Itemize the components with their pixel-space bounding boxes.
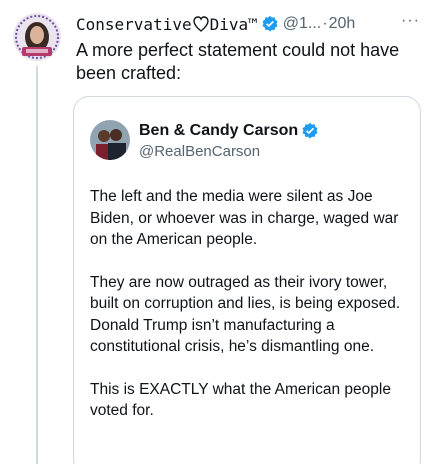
more-options-icon[interactable]: ··· (401, 12, 420, 30)
thread-line (36, 66, 38, 464)
avatar-image (13, 13, 61, 61)
verified-badge-icon (301, 122, 319, 140)
verified-badge-icon (261, 15, 279, 33)
tweet-text: A more perfect statement could not have … (76, 40, 400, 83)
quoted-avatar (90, 120, 130, 160)
quoted-avatar-image (90, 120, 130, 160)
timestamp[interactable]: 20h (329, 15, 356, 33)
display-name[interactable]: Conservative (76, 15, 192, 34)
quoted-tweet[interactable]: Ben & Candy Carson @RealBenCarson The le… (73, 96, 421, 464)
quoted-paragraph: They are now outraged as their ivory tow… (90, 273, 401, 356)
avatar[interactable] (13, 13, 61, 61)
handle[interactable]: @1... (283, 15, 321, 33)
quoted-paragraph: This is EXACTLY what the American people… (90, 380, 391, 420)
separator: · (322, 15, 328, 32)
quoted-handle[interactable]: @RealBenCarson (139, 143, 260, 160)
quoted-display-name[interactable]: Ben & Candy Carson (139, 122, 298, 140)
quoted-display-name-row: Ben & Candy Carson (139, 122, 319, 140)
display-name-suffix[interactable]: Diva™ (210, 15, 258, 34)
heart-outline-icon (192, 15, 209, 33)
quoted-paragraph: The left and the media were silent as Jo… (90, 188, 399, 248)
quoted-text: The left and the media were silent as Jo… (90, 186, 412, 443)
post-header: Conservative Diva™ @1... · 20h ··· (76, 12, 422, 36)
